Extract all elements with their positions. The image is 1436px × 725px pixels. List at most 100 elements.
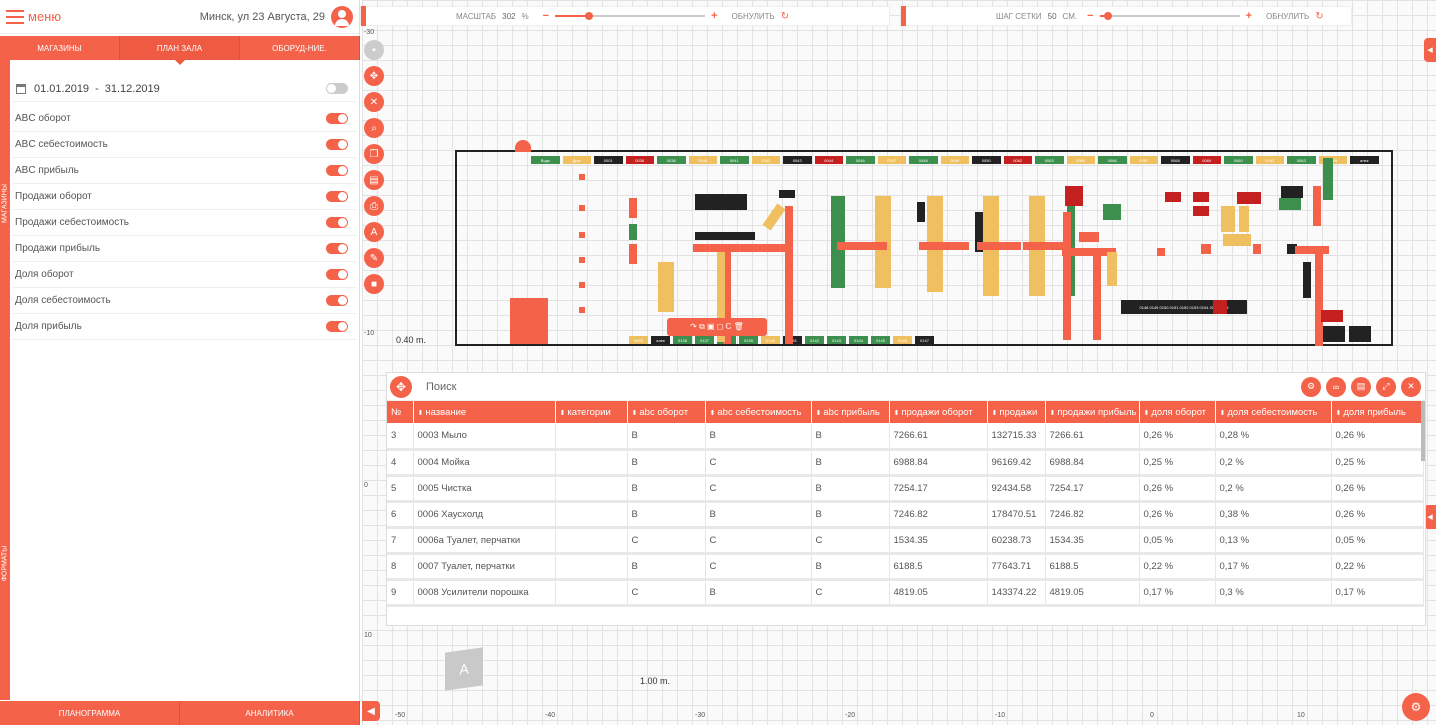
table-row[interactable]: 4 0004 Мойка B C B 6988.84 96169.42 6988.84 0,25…: [387, 449, 1424, 477]
shelf[interactable]: [1349, 326, 1371, 342]
tab-planogram[interactable]: ПЛАНОГРАММА: [0, 701, 180, 725]
view-cube-icon[interactable]: A: [445, 647, 483, 691]
move-panel-icon[interactable]: ✥: [390, 375, 412, 398]
hamburger-menu-icon[interactable]: [6, 9, 24, 24]
column-header[interactable]: №: [387, 401, 414, 423]
column-header[interactable]: ⬍ abc себестоимость: [705, 401, 812, 423]
shelf[interactable]: [1237, 192, 1261, 204]
shelf-label[interactable]: 0040: [688, 156, 717, 164]
shelf-label[interactable]: 0049: [940, 156, 969, 164]
column-header[interactable]: ⬍ продажи: [987, 401, 1046, 423]
sort-icon[interactable]: ⬍: [1336, 410, 1342, 417]
shelf-label[interactable]: 0048: [909, 156, 938, 164]
tab-stores[interactable]: МАГАЗИНЫ: [0, 36, 120, 60]
menu-label[interactable]: меню: [28, 9, 61, 24]
shelf[interactable]: [917, 202, 925, 222]
shelf[interactable]: [785, 206, 793, 344]
filter-toggle[interactable]: [326, 295, 348, 306]
table-row[interactable]: 6 0006 Хаусхолд B B B 7246.82 178470.51 7246.82…: [387, 501, 1424, 529]
column-header[interactable]: ⬍ доля оборот: [1139, 401, 1216, 423]
shelf-label[interactable]: 0068: [1161, 156, 1190, 164]
shelf-label[interactable]: 0062: [1003, 156, 1032, 164]
sort-icon[interactable]: ⬍: [1144, 410, 1150, 417]
shelf[interactable]: [1065, 186, 1083, 206]
close-icon[interactable]: ✕: [1401, 376, 1421, 397]
expand-icon[interactable]: ⤢: [1376, 376, 1396, 397]
sort-icon[interactable]: ⬍: [560, 410, 566, 417]
filter-toggle[interactable]: [326, 113, 348, 124]
grid-slider[interactable]: [1099, 12, 1240, 20]
sort-icon[interactable]: ⬍: [992, 410, 998, 417]
sort-icon[interactable]: ⬍: [632, 410, 638, 417]
shelf[interactable]: [629, 244, 637, 264]
shelf[interactable]: [629, 224, 637, 240]
zoom-slider[interactable]: [555, 12, 706, 20]
shelf-label[interactable]: 0144: [849, 336, 868, 344]
table-row[interactable]: 5 0005 Чистка B C B 7254.17 92434.58 7254.17 0,2…: [387, 475, 1424, 503]
filter-toggle[interactable]: [326, 217, 348, 228]
shelf-label[interactable]: 0041: [720, 156, 749, 164]
table-scrollbar[interactable]: [1421, 401, 1425, 461]
marker[interactable]: [579, 174, 585, 180]
sort-icon[interactable]: ⬍: [894, 410, 900, 417]
strip-formats[interactable]: ФОРМАТЫ: [2, 537, 9, 591]
shelf[interactable]: [1223, 234, 1251, 246]
link-icon[interactable]: ∞: [1326, 376, 1346, 397]
layers-icon[interactable]: ❐: [364, 144, 384, 164]
shelf[interactable]: [1107, 252, 1117, 286]
shelf[interactable]: [1221, 206, 1235, 232]
shelf[interactable]: [1313, 186, 1321, 226]
column-header[interactable]: ⬍ категории: [555, 401, 628, 423]
table-row[interactable]: 9 0008 Усилители порошка C B C 4819.05 143374.…: [387, 579, 1424, 607]
gear-icon[interactable]: ⚙: [1402, 693, 1430, 721]
shelf[interactable]: [1079, 232, 1099, 242]
shelf[interactable]: [629, 198, 637, 218]
shelf-label[interactable]: 0140: [761, 336, 780, 344]
shelf-label[interactable]: 0136: [673, 336, 692, 344]
shelf-label[interactable]: Водк: [531, 156, 560, 164]
shelf[interactable]: [693, 244, 793, 252]
sort-icon[interactable]: ⬍: [710, 410, 716, 417]
column-header[interactable]: ⬍ продажи оборот: [889, 401, 988, 423]
shelf[interactable]: [1295, 246, 1329, 254]
tab-floor-plan[interactable]: ПЛАН ЗАЛА: [120, 36, 240, 65]
strip-stores[interactable]: МАГАЗИНЫ: [2, 177, 9, 231]
marker[interactable]: [579, 307, 585, 313]
table-row[interactable]: 3 0003 Мыло B B B 7266.61 132715.33 7266.61 0,26…: [387, 423, 1424, 451]
filter-toggle[interactable]: [326, 321, 348, 332]
sort-icon[interactable]: ⬍: [1220, 410, 1226, 417]
date-to[interactable]: 31.12.2019: [105, 83, 160, 95]
shelf-label[interactable]: 0137: [695, 336, 714, 344]
shelf-label[interactable]: 0043: [783, 156, 812, 164]
shelf-label[interactable]: 0145: [871, 336, 890, 344]
shelf[interactable]: [1201, 244, 1211, 254]
marker[interactable]: [579, 232, 585, 238]
shelf[interactable]: [1093, 252, 1101, 340]
shelf-label[interactable]: 0044: [814, 156, 843, 164]
settings-icon[interactable]: ⚙: [1301, 376, 1321, 397]
square-icon[interactable]: ■: [364, 274, 384, 294]
save-icon[interactable]: ▪: [364, 40, 384, 60]
filter-toggle[interactable]: [326, 165, 348, 176]
marker[interactable]: [579, 205, 585, 211]
tab-equipment[interactable]: ОБОРУД-НИЕ.: [240, 36, 360, 60]
shelf-label[interactable]: 0062: [1255, 156, 1284, 164]
shelf[interactable]: [1193, 206, 1209, 216]
shelf-label[interactable]: 0067: [1129, 156, 1158, 164]
filter-toggle[interactable]: [326, 269, 348, 280]
grid-reset-button[interactable]: ОБНУЛИТЬ: [1266, 12, 1309, 21]
export-icon[interactable]: ▤: [364, 170, 384, 190]
zoom-refresh-icon[interactable]: ↻: [781, 11, 789, 22]
search-input[interactable]: Поиск: [426, 381, 456, 393]
tab-analytics[interactable]: АНАЛИТИКА: [180, 701, 360, 725]
grid-slider-knob[interactable]: [1103, 12, 1112, 20]
shelf[interactable]: [1279, 198, 1301, 210]
shelf-label[interactable]: 0038: [657, 156, 686, 164]
shelf-label[interactable]: 0001: [594, 156, 623, 164]
selection-toolbar[interactable]: ↷ ⧉ ▣ ◻ C 🗑: [667, 318, 767, 336]
shelf-label[interactable]: 0063: [1287, 156, 1316, 164]
collapse-sidebar-button[interactable]: ◀: [362, 701, 380, 721]
shelf-label[interactable]: 0066: [1098, 156, 1127, 164]
shelf[interactable]: [977, 242, 1021, 250]
zoom-minus-icon[interactable]: −: [543, 10, 549, 22]
